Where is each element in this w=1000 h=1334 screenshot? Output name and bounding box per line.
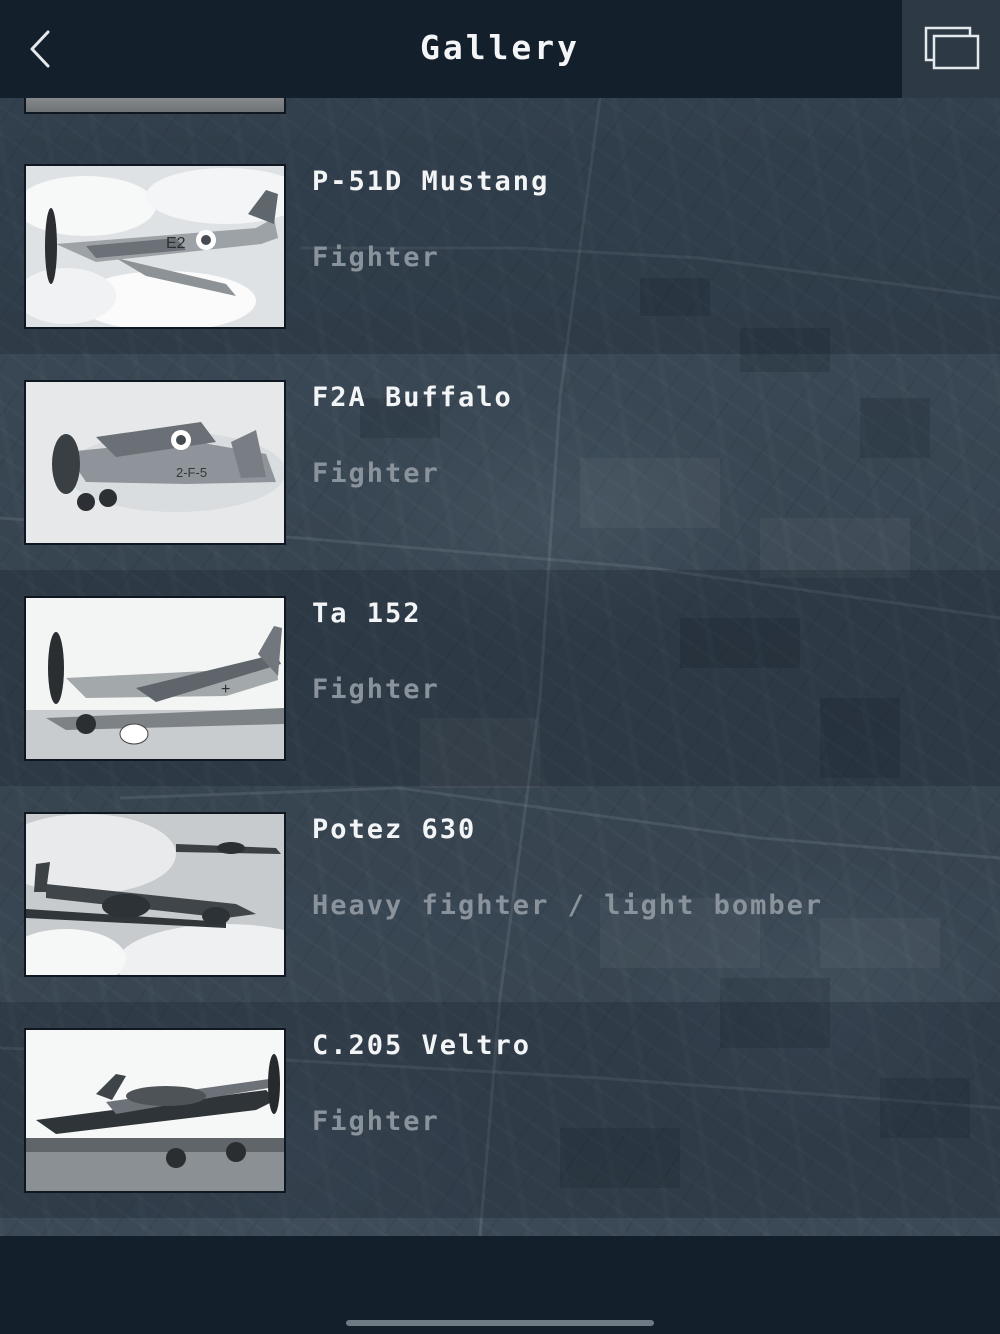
navigation-bar: Gallery — [0, 0, 1000, 98]
page-title: Gallery — [419, 28, 581, 67]
windows-button[interactable] — [902, 0, 1000, 98]
partial-list-item — [0, 78, 1000, 138]
aircraft-name: P-51D Mustang — [312, 166, 550, 197]
aircraft-photo: 2-F-5 — [24, 380, 286, 545]
aircraft-photo — [24, 1028, 286, 1193]
gallery-screen: E2 P-51D Mustang Fighter 2-F-5 F2A Buffa… — [0, 0, 1000, 1334]
list-item[interactable]: C.205 Veltro Fighter — [0, 1002, 1000, 1218]
home-indicator[interactable] — [346, 1320, 654, 1326]
aircraft-role: Fighter — [312, 458, 440, 489]
svg-text:E2: E2 — [166, 235, 186, 252]
aircraft-role: Fighter — [312, 242, 440, 273]
aircraft-photo: E2 — [24, 164, 286, 329]
aircraft-name: F2A Buffalo — [312, 382, 513, 413]
aircraft-name: C.205 Veltro — [312, 1030, 532, 1061]
list-item[interactable]: E2 P-51D Mustang Fighter — [0, 138, 1000, 354]
aircraft-role: Fighter — [312, 674, 440, 705]
svg-text:2-F-5: 2-F-5 — [176, 465, 207, 480]
aircraft-role: Fighter — [312, 1106, 440, 1137]
list-item[interactable]: 2-F-5 F2A Buffalo Fighter — [0, 354, 1000, 570]
bottom-bar — [0, 1236, 1000, 1334]
aircraft-photo — [24, 812, 286, 977]
aircraft-name: Potez 630 — [312, 814, 477, 845]
aircraft-photo: + — [24, 596, 286, 761]
list-item[interactable]: + Ta 152 Fighter — [0, 570, 1000, 786]
aircraft-role: Heavy fighter / light bomber — [312, 890, 824, 921]
list-item[interactable]: Potez 630 Heavy fighter / light bomber — [0, 786, 1000, 1002]
aircraft-name: Ta 152 — [312, 598, 422, 629]
svg-text:+: + — [221, 681, 230, 698]
